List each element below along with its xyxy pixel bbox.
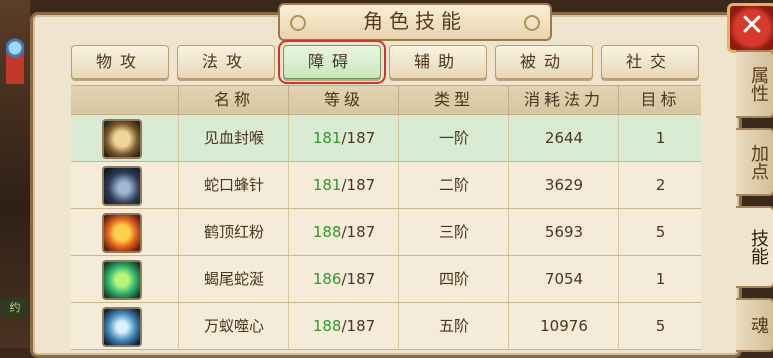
skill-level: 188/187 xyxy=(288,209,399,255)
skill-mana-cost: 2644 xyxy=(508,115,619,161)
table-header: 名称 等级 类型 消耗法力 目标 xyxy=(71,85,701,115)
level-current: 186 xyxy=(312,270,342,288)
skill-target-count: 2 xyxy=(618,162,702,208)
column-header-target: 目标 xyxy=(618,86,702,114)
tab-label: 被动 xyxy=(519,52,568,71)
level-max: /187 xyxy=(341,223,376,241)
tab-obstruction[interactable]: 障碍 xyxy=(278,40,386,84)
level-max: /187 xyxy=(341,270,376,288)
tab-social[interactable]: 社交 xyxy=(601,45,699,79)
close-icon: ✕ xyxy=(739,8,765,43)
skill-mana-cost: 3629 xyxy=(508,162,619,208)
page-title: 角色技能 xyxy=(363,9,467,33)
table-row[interactable]: 万蚁噬心 188/187 五阶 10976 5 xyxy=(71,303,701,350)
side-tabs: 属性 加点 技能 魂 xyxy=(736,50,773,352)
level-current: 181 xyxy=(312,176,342,194)
skill-level: 181/187 xyxy=(288,162,399,208)
level-max: /187 xyxy=(341,129,376,147)
tab-passive[interactable]: 被动 xyxy=(495,45,593,79)
skill-type: 四阶 xyxy=(398,256,509,302)
title-left-ornament-icon xyxy=(290,15,306,31)
column-header-name: 名称 xyxy=(178,86,289,114)
skill-name: 蛇口蜂针 xyxy=(178,162,289,208)
skill-mana-cost: 7054 xyxy=(508,256,619,302)
skill-type: 一阶 xyxy=(398,115,509,161)
level-current: 188 xyxy=(312,223,342,241)
skill-name: 蝎尾蛇涎 xyxy=(178,256,289,302)
skill-mana-cost: 5693 xyxy=(508,209,619,255)
skill-level: 188/187 xyxy=(288,303,399,349)
table-row[interactable]: 见血封喉 181/187 一阶 2644 1 xyxy=(71,115,701,162)
table-row[interactable]: 蝎尾蛇涎 186/187 四阶 7054 1 xyxy=(71,256,701,303)
table-row[interactable]: 蛇口蜂针 181/187 二阶 3629 2 xyxy=(71,162,701,209)
pendant-ornament-icon xyxy=(6,30,24,90)
skill-icon-scorpion xyxy=(102,260,142,300)
column-header-type: 类型 xyxy=(398,86,509,114)
side-tab-soul[interactable]: 魂 xyxy=(736,298,773,352)
skills-table: 名称 等级 类型 消耗法力 目标 见血封喉 181/187 一阶 2644 1 … xyxy=(71,85,701,350)
skill-type: 三阶 xyxy=(398,209,509,255)
skill-icon-crane xyxy=(102,213,142,253)
side-tab-attributes[interactable]: 属性 xyxy=(736,50,773,118)
game-background: 约 xyxy=(0,0,30,348)
side-tab-label: 魂 xyxy=(748,316,769,334)
level-current: 181 xyxy=(312,129,342,147)
level-max: /187 xyxy=(341,176,376,194)
close-button[interactable]: ✕ xyxy=(727,3,773,53)
skill-type: 五阶 xyxy=(398,303,509,349)
column-header-icon xyxy=(71,86,178,114)
skill-target-count: 1 xyxy=(618,256,702,302)
skill-name: 万蚁噬心 xyxy=(178,303,289,349)
skill-target-count: 5 xyxy=(618,209,702,255)
tab-label: 物攻 xyxy=(95,52,144,71)
skill-name: 鹤顶红粉 xyxy=(178,209,289,255)
level-max: /187 xyxy=(341,317,376,335)
skill-icon-cell xyxy=(71,115,178,161)
tab-label: 辅助 xyxy=(413,52,462,71)
left-tag: 约 xyxy=(2,298,28,318)
tab-label: 障碍 xyxy=(307,52,356,71)
tab-label: 法攻 xyxy=(201,52,250,71)
column-header-mana: 消耗法力 xyxy=(508,86,619,114)
skill-icon-cell xyxy=(71,162,178,208)
tab-magic-attack[interactable]: 法攻 xyxy=(177,45,275,79)
side-tab-label: 加点 xyxy=(748,144,769,180)
skill-target-count: 5 xyxy=(618,303,702,349)
skill-level: 186/187 xyxy=(288,256,399,302)
side-tab-allocate-points[interactable]: 加点 xyxy=(736,128,773,196)
side-tab-label: 技能 xyxy=(748,229,769,265)
tab-physical-attack[interactable]: 物攻 xyxy=(71,45,169,79)
skill-category-tabs: 物攻 法攻 障碍 辅助 被动 社交 xyxy=(71,40,701,84)
skill-icon-cell xyxy=(71,303,178,349)
skill-icon-cell xyxy=(71,256,178,302)
panel-title-plate: 角色技能 xyxy=(278,3,552,41)
tab-label: 社交 xyxy=(625,52,674,71)
title-right-ornament-icon xyxy=(524,15,540,31)
column-header-level: 等级 xyxy=(288,86,399,114)
tab-support[interactable]: 辅助 xyxy=(389,45,487,79)
skill-icon-snake xyxy=(102,166,142,206)
skill-icon-blood xyxy=(102,119,142,159)
table-row[interactable]: 鹤顶红粉 188/187 三阶 5693 5 xyxy=(71,209,701,256)
skills-panel: 角色技能 ✕ 物攻 法攻 障碍 辅助 被动 社交 名称 等级 类型 消耗法力 目… xyxy=(30,3,773,358)
skill-icon-ants xyxy=(102,307,142,347)
level-current: 188 xyxy=(312,317,342,335)
skill-type: 二阶 xyxy=(398,162,509,208)
side-tab-label: 属性 xyxy=(748,66,769,102)
side-tab-skills[interactable]: 技能 xyxy=(736,206,773,288)
skill-mana-cost: 10976 xyxy=(508,303,619,349)
skill-name: 见血封喉 xyxy=(178,115,289,161)
skill-icon-cell xyxy=(71,209,178,255)
skill-target-count: 1 xyxy=(618,115,702,161)
skill-level: 181/187 xyxy=(288,115,399,161)
